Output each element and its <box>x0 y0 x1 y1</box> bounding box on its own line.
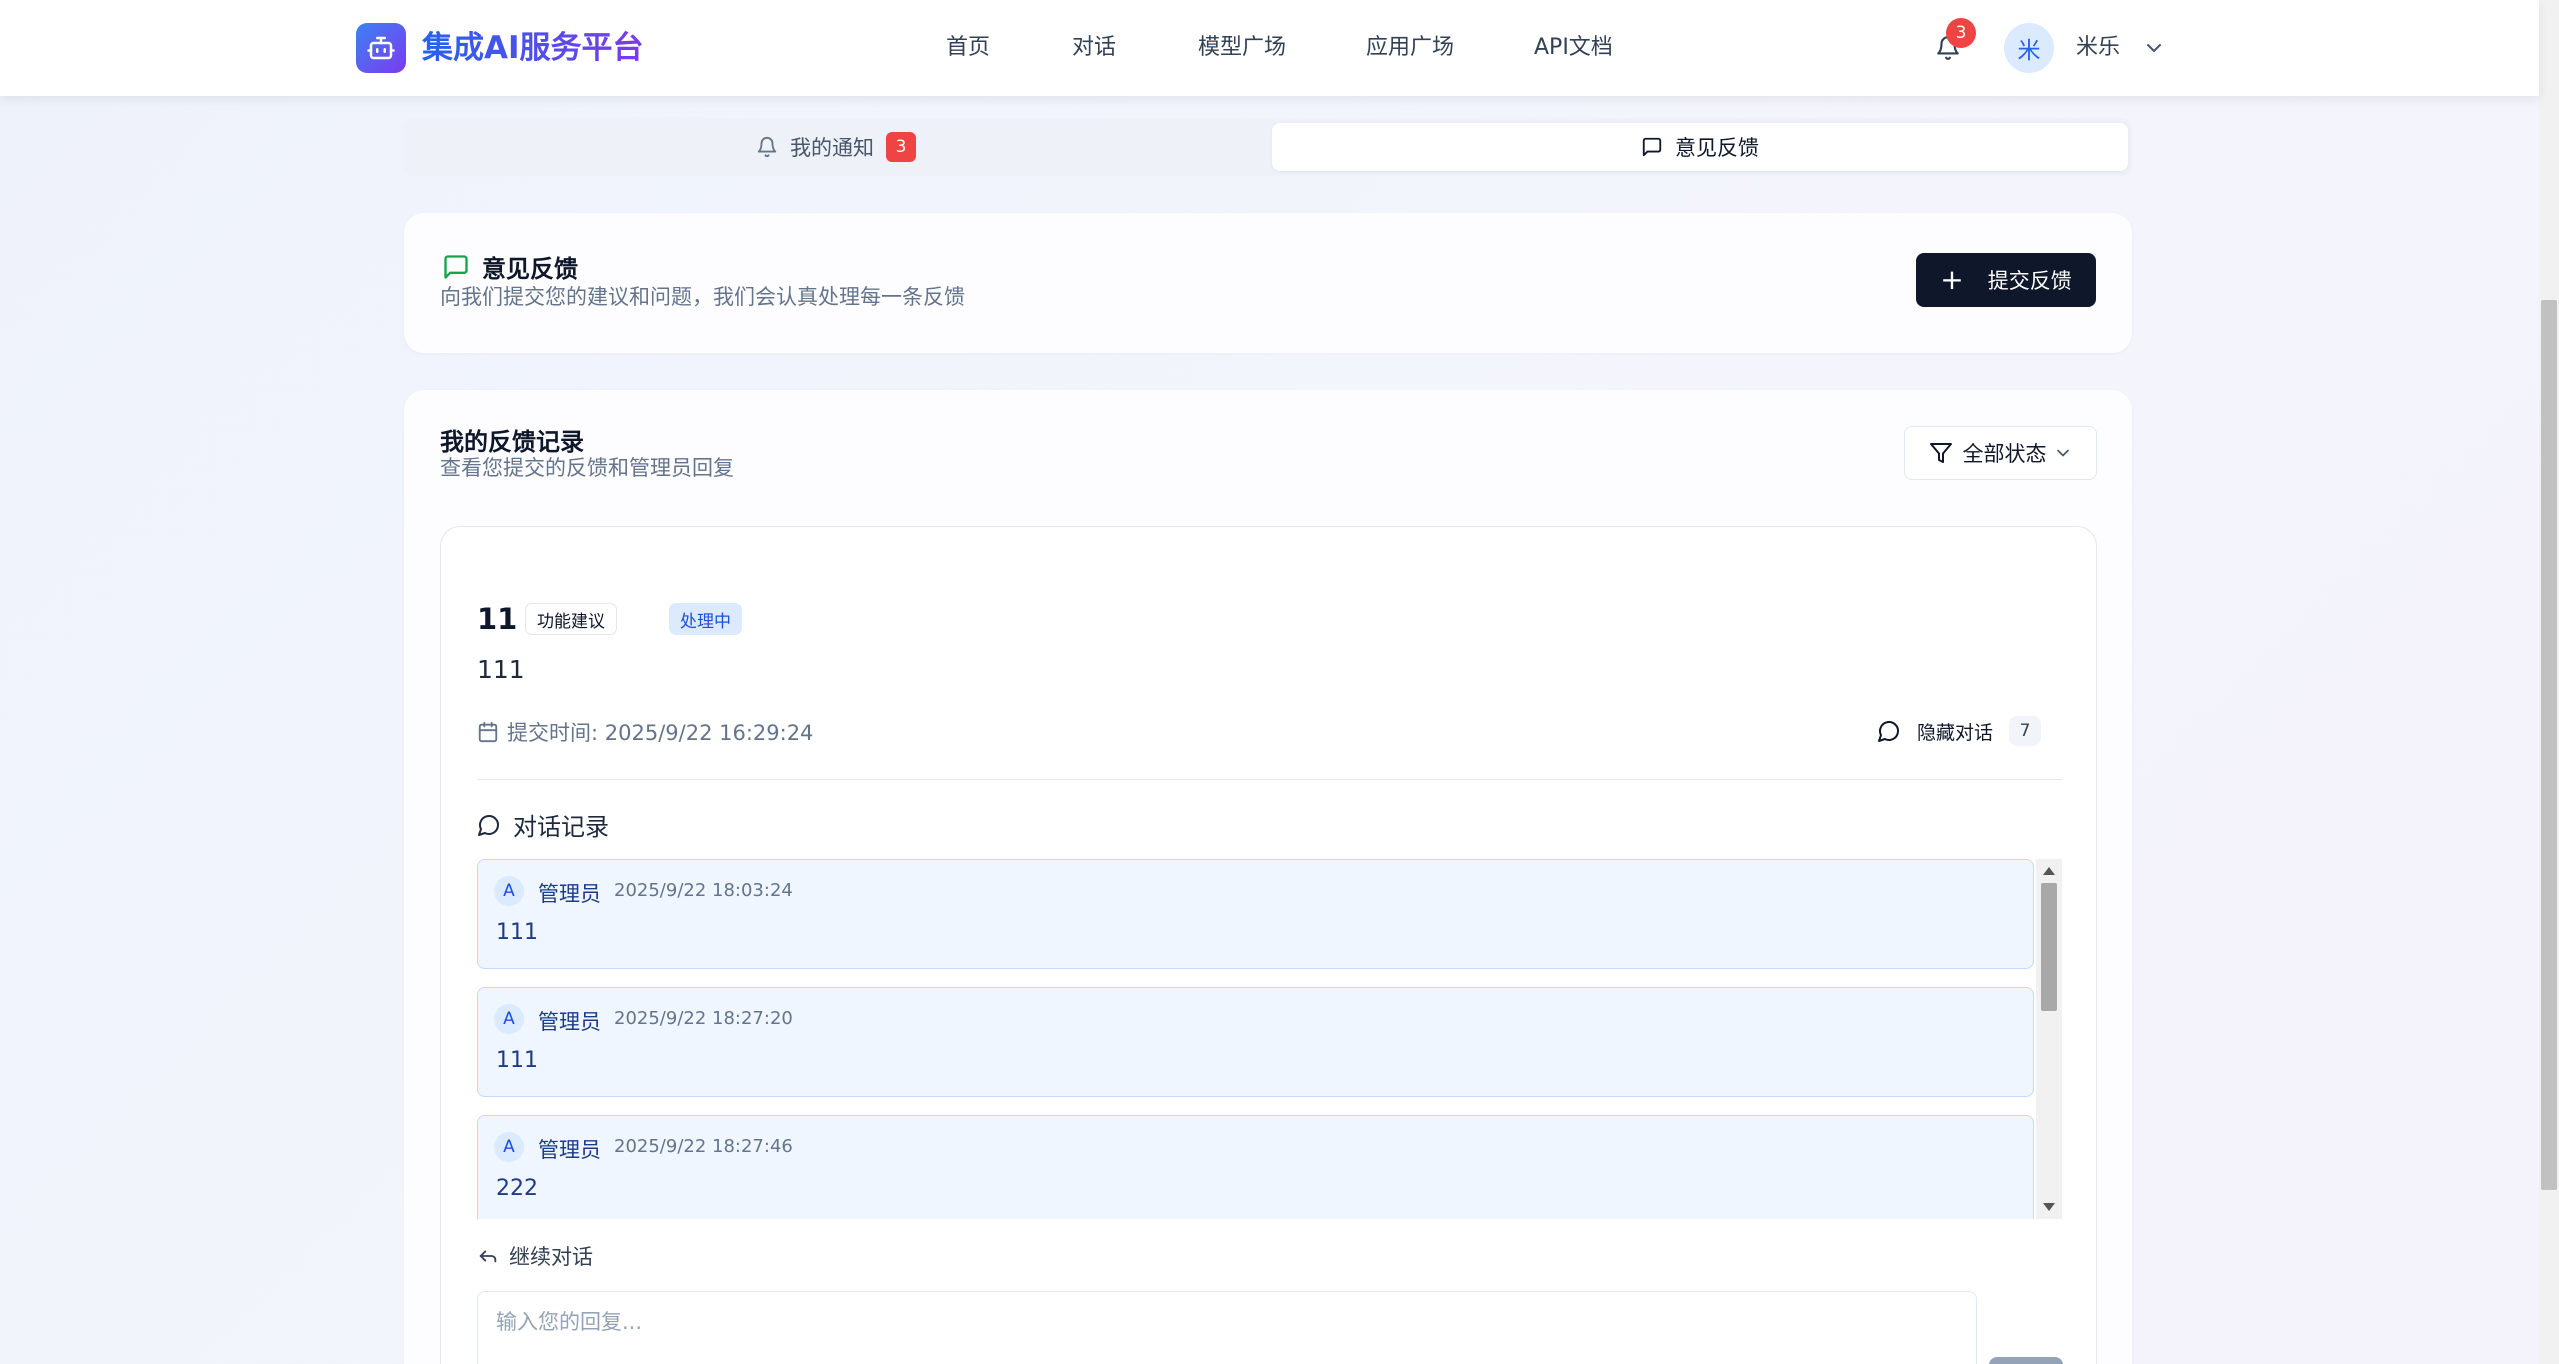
tab-notifications-label: 我的通知 <box>790 136 874 160</box>
conversation-scrollbar[interactable] <box>2036 859 2062 1219</box>
conversation-message: A 管理员 2025/9/22 18:27:20 111 <box>477 987 2034 1097</box>
admin-avatar: A <box>494 876 524 906</box>
continue-conversation-label: 继续对话 <box>477 1241 593 1271</box>
send-reply-button[interactable] <box>1989 1357 2063 1364</box>
message-author: 管理员 <box>538 1138 601 1162</box>
page-scrollbar-thumb[interactable] <box>2541 300 2557 1190</box>
conversation-title-text: 对话记录 <box>513 813 609 841</box>
conversation-message: A 管理员 2025/9/22 18:27:46 222 <box>477 1115 2034 1219</box>
tab-feedback[interactable]: 意见反馈 <box>1272 123 2128 171</box>
top-navbar: 集成AI服务平台 首页 对话 模型广场 应用广场 API文档 3 米 米乐 <box>0 0 2539 96</box>
message-time: 2025/9/22 18:27:20 <box>614 1008 793 1029</box>
submit-feedback-button[interactable]: + 提交反馈 <box>1916 253 2096 307</box>
calendar-icon <box>478 721 498 743</box>
feedback-header-card: 意见反馈 向我们提交您的建议和问题，我们会认真处理每一条反馈 + 提交反馈 <box>404 213 2132 353</box>
feedback-submit-time-text: 提交时间: 2025/9/22 16:29:24 <box>507 721 814 745</box>
status-filter-value: 全部状态 <box>1962 442 2047 466</box>
hide-conversation-label: 隐藏对话 <box>1917 721 1994 744</box>
scroll-down-arrow-icon[interactable] <box>2043 1203 2055 1211</box>
admin-avatar: A <box>494 1132 524 1162</box>
feedback-subtitle: 向我们提交您的建议和问题，我们会认真处理每一条反馈 <box>440 285 965 309</box>
message-count-badge: 7 <box>2009 716 2042 746</box>
message-text: 222 <box>496 1176 538 1201</box>
robot-icon[interactable] <box>356 23 406 73</box>
app-logo-text[interactable]: 集成AI服务平台 <box>422 26 644 70</box>
nav-link-model-market[interactable]: 模型广场 <box>1198 30 1286 66</box>
reply-icon <box>479 1250 497 1263</box>
message-author: 管理员 <box>538 1010 601 1034</box>
reply-input[interactable] <box>477 1291 1977 1364</box>
hide-conversation-button[interactable]: 隐藏对话 7 <box>1877 713 2042 749</box>
page-tabs: 我的通知 3 意见反馈 <box>404 118 2132 176</box>
feedback-title-text: 意见反馈 <box>482 255 578 283</box>
nav-link-api-docs[interactable]: API文档 <box>1534 30 1613 66</box>
admin-avatar: A <box>494 1004 524 1034</box>
conversation-message: A 管理员 2025/9/22 18:03:24 111 <box>477 859 2034 969</box>
message-square-icon <box>1642 137 1662 157</box>
nav-link-home[interactable]: 首页 <box>946 30 990 66</box>
records-subtitle: 查看您提交的反馈和管理员回复 <box>440 456 734 480</box>
chevron-down-icon[interactable] <box>2142 36 2166 60</box>
message-time: 2025/9/22 18:03:24 <box>614 880 793 901</box>
feedback-item: 11 功能建议 处理中 111 提交时间: 2025/9/22 16:29:24… <box>440 526 2097 1364</box>
tab-notifications-badge: 3 <box>886 132 916 162</box>
conversation-list[interactable]: A 管理员 2025/9/22 18:03:24 111 A 管理员 2025/… <box>477 859 2062 1219</box>
message-time: 2025/9/22 18:27:46 <box>614 1136 793 1157</box>
page-scrollbar[interactable] <box>2539 0 2559 1364</box>
tab-notifications[interactable]: 我的通知 3 <box>408 123 1264 171</box>
feedback-title: 意见反馈 <box>442 249 578 284</box>
feedback-submit-time: 提交时间: 2025/9/22 16:29:24 <box>477 717 813 747</box>
feedback-records-card: 我的反馈记录 查看您提交的反馈和管理员回复 全部状态 11 功能建议 处理中 1… <box>404 390 2132 1364</box>
chevron-down-icon <box>2056 449 2069 457</box>
status-badge: 处理中 <box>669 603 742 635</box>
nav-link-app-market[interactable]: 应用广场 <box>1366 30 1454 66</box>
divider <box>477 779 2062 780</box>
feedback-type-tag: 功能建议 <box>525 603 617 635</box>
message-text: 111 <box>496 1048 538 1073</box>
status-filter-select[interactable]: 全部状态 <box>1904 426 2097 480</box>
submit-feedback-label: 提交反馈 <box>1987 269 2072 293</box>
nav-link-chat[interactable]: 对话 <box>1072 30 1116 66</box>
message-circle-icon <box>1878 721 1899 742</box>
message-text: 111 <box>496 920 538 945</box>
continue-conversation-text: 继续对话 <box>509 1245 593 1269</box>
bell-icon <box>757 137 777 158</box>
message-square-icon <box>444 254 468 279</box>
avatar[interactable]: 米 <box>2004 23 2054 73</box>
notification-count-badge: 3 <box>1946 18 1976 48</box>
feedback-item-content: 111 <box>477 655 525 684</box>
user-name[interactable]: 米乐 <box>2076 30 2120 66</box>
plus-icon: + <box>1940 263 1964 296</box>
message-circle-icon <box>478 814 499 836</box>
filter-icon <box>1929 443 1952 463</box>
conversation-title: 对话记录 <box>477 807 609 842</box>
scrollbar-thumb[interactable] <box>2041 883 2057 1011</box>
message-author: 管理员 <box>538 882 601 906</box>
feedback-item-title: 11 <box>477 602 518 636</box>
scroll-up-arrow-icon[interactable] <box>2043 867 2055 875</box>
tab-feedback-label: 意见反馈 <box>1675 136 1759 160</box>
